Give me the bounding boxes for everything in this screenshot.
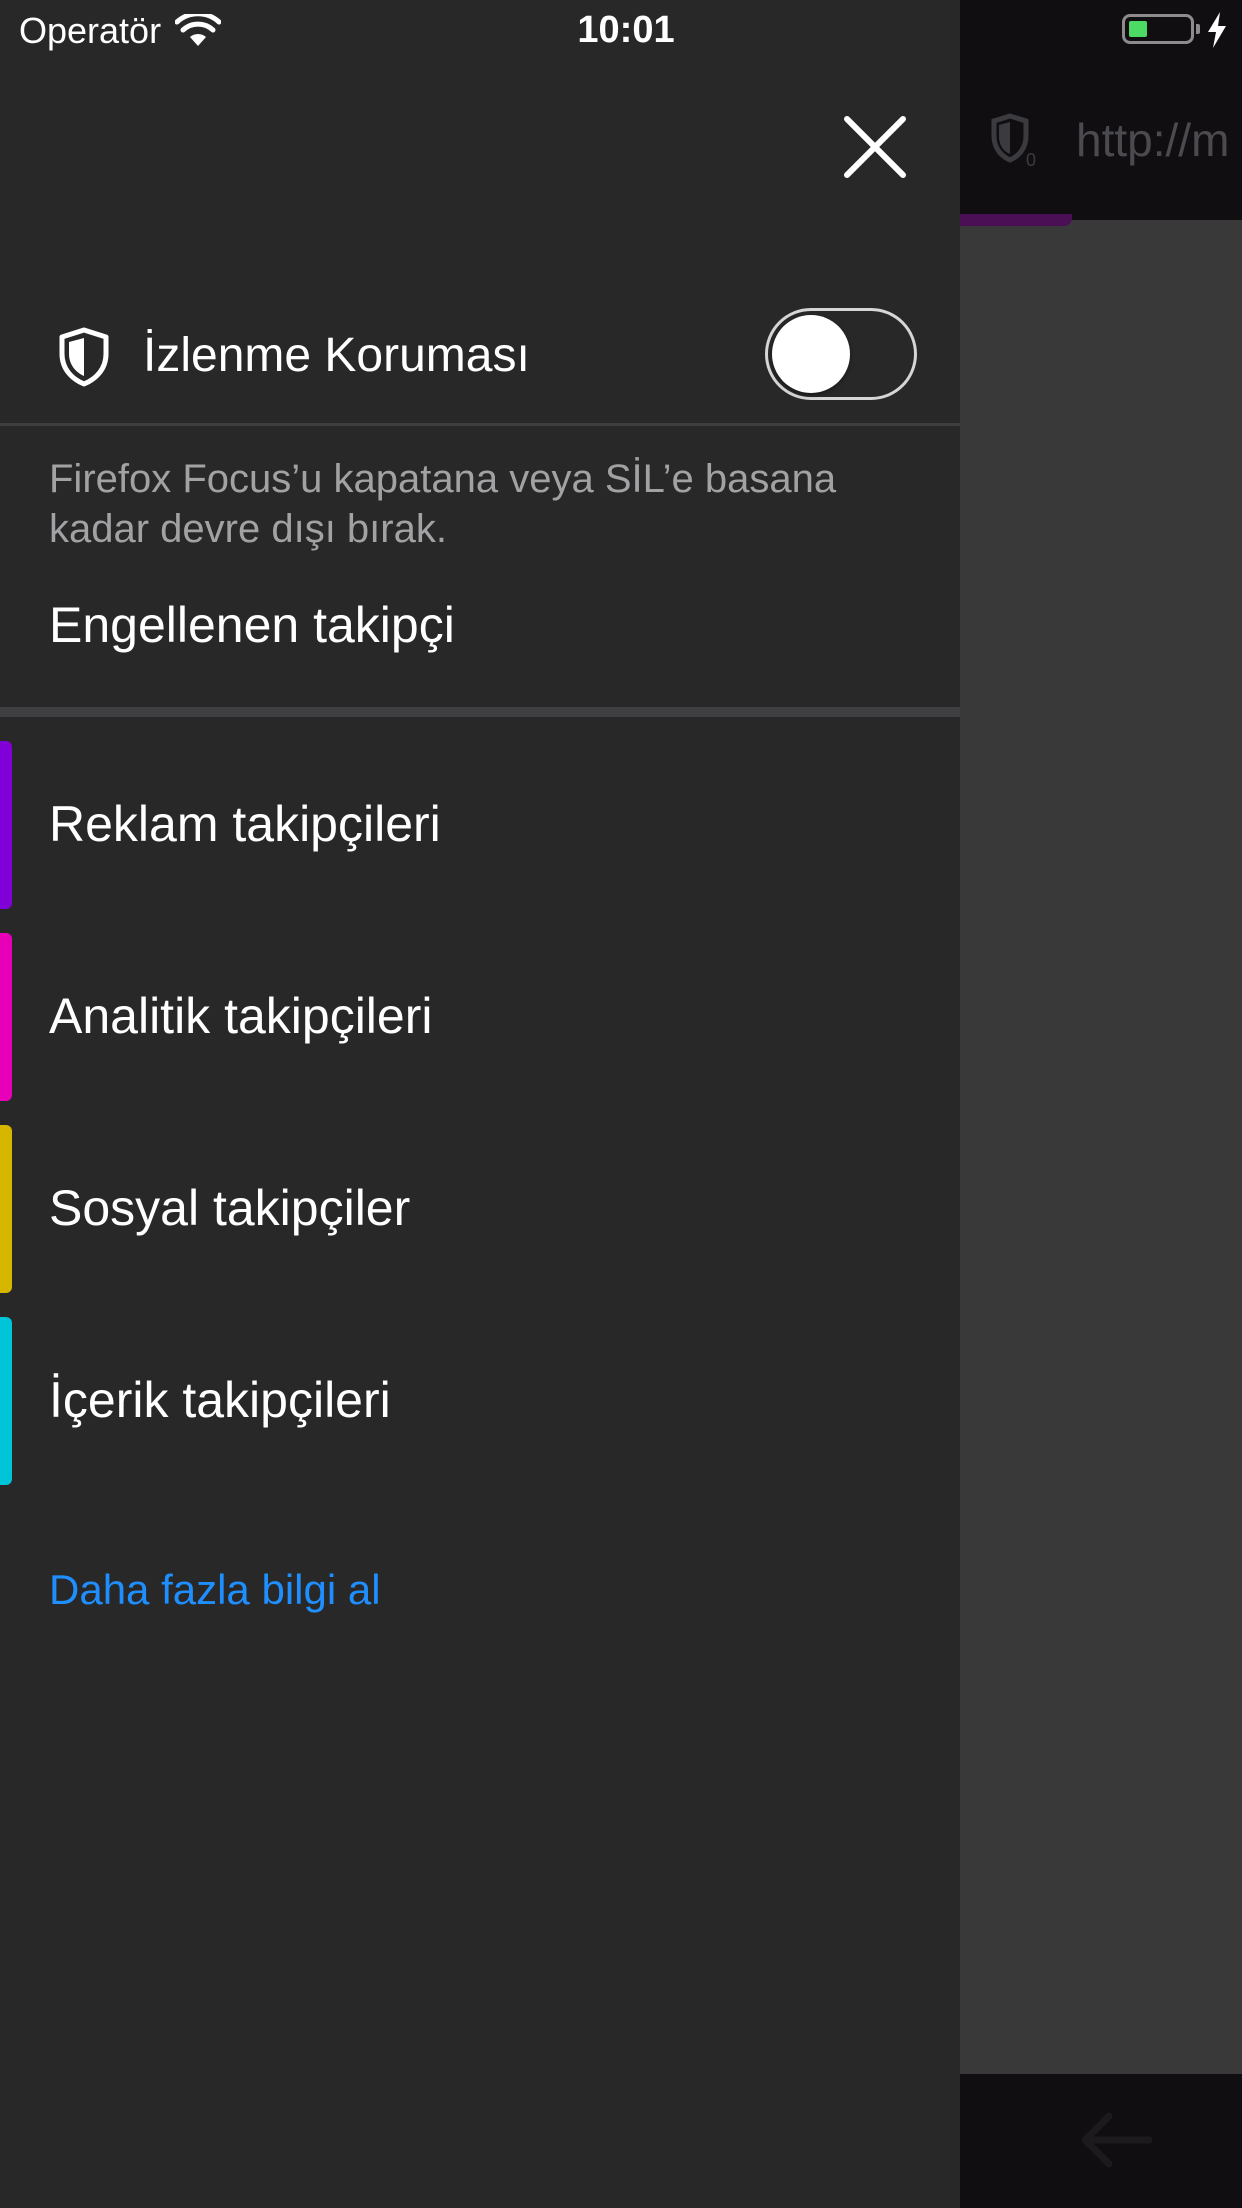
battery-level — [1129, 21, 1147, 37]
tracking-protection-toggle[interactable] — [765, 308, 917, 400]
tracking-protection-row: İzlenme Koruması — [0, 300, 960, 424]
close-icon — [844, 116, 906, 178]
tracker-label: Sosyal takipçiler — [49, 1180, 411, 1236]
ad-tracker-color-bar — [0, 741, 12, 909]
back-arrow-icon[interactable] — [1075, 2110, 1155, 2170]
charging-bolt-icon — [1208, 12, 1226, 48]
tracker-item-ad: Reklam takipçileri — [0, 741, 960, 909]
tracker-label: İçerik takipçileri — [49, 1372, 391, 1428]
page-progress-bar — [960, 214, 1072, 226]
analytics-tracker-color-bar — [0, 933, 12, 1101]
blocked-trackers-label: Engellenen takipçi — [49, 597, 455, 653]
tracking-protection-label: İzlenme Koruması — [143, 329, 530, 382]
tracker-item-social: Sosyal takipçiler — [0, 1125, 960, 1293]
clock: 10:01 — [577, 9, 675, 51]
tracking-protection-panel: İzlenme Koruması Firefox Focus’u kapatan… — [0, 0, 960, 2208]
tracker-categories-list: Reklam takipçileri Analitik takipçileri … — [0, 741, 960, 1509]
shield-icon — [59, 327, 109, 387]
shield-badge: 0 — [1026, 150, 1036, 168]
section-divider — [0, 707, 960, 717]
battery-tip — [1196, 24, 1200, 34]
divider — [0, 423, 960, 426]
battery-icon — [1122, 14, 1194, 44]
tracker-item-analytics: Analitik takipçileri — [0, 933, 960, 1101]
url-text[interactable]: http://m — [1076, 113, 1229, 167]
learn-more-link[interactable]: Daha fazla bilgi al — [49, 1566, 381, 1614]
tracker-label: Reklam takipçileri — [49, 796, 441, 852]
social-tracker-color-bar — [0, 1125, 12, 1293]
content-tracker-color-bar — [0, 1317, 12, 1485]
url-bar[interactable]: 0 http://m — [990, 108, 1229, 172]
tracking-protection-description: Firefox Focus’u kapatana veya SİL’e basa… — [49, 457, 837, 551]
close-button[interactable] — [832, 104, 918, 190]
toggle-knob — [772, 315, 850, 393]
status-bar: Operatör 10:01 — [0, 0, 1242, 62]
tracker-label: Analitik takipçileri — [49, 988, 433, 1044]
tracking-shield-icon[interactable]: 0 — [990, 112, 1038, 168]
tracker-item-content: İçerik takipçileri — [0, 1317, 960, 1485]
